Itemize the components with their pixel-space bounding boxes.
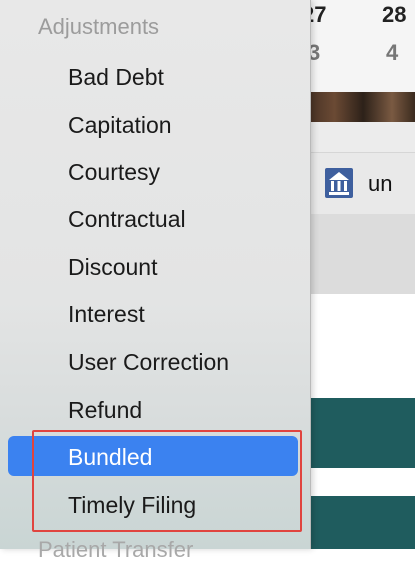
menu-item-label: Discount (68, 254, 158, 280)
background-app: 27 28 3 4 un (300, 0, 415, 549)
user-name-text: un (368, 171, 393, 196)
calendar-row: 27 28 3 4 (300, 0, 415, 92)
menu-item-capitation[interactable]: Capitation (8, 104, 298, 144)
menu-section-footer: Patient Transfer (38, 537, 194, 562)
annotation-highlight-box (32, 430, 302, 532)
menu-item-discount[interactable]: Discount (8, 246, 298, 286)
menu-item-label: Contractual (68, 206, 186, 232)
toolbar-band (300, 214, 415, 294)
menu-item-contractual[interactable]: Contractual (8, 198, 298, 238)
content-gap (300, 468, 415, 496)
calendar-number-4[interactable]: 4 (386, 40, 398, 66)
menu-item-refund[interactable]: Refund (8, 389, 298, 429)
menu-item-label: Bad Debt (68, 64, 164, 90)
menu-item-user-correction[interactable]: User Correction (8, 341, 298, 381)
teal-row[interactable] (300, 496, 415, 549)
content-area (300, 294, 415, 398)
building-icon (325, 168, 353, 198)
menu-item-interest[interactable]: Interest (8, 293, 298, 333)
menu-item-label: Refund (68, 397, 143, 423)
menu-item-label: Interest (68, 301, 145, 327)
adjustments-menu: Adjustments Bad Debt Capitation Courtesy… (0, 0, 311, 562)
header-photo (300, 92, 415, 122)
menu-item-courtesy[interactable]: Courtesy (8, 151, 298, 191)
menu-item-bad-debt[interactable]: Bad Debt (8, 56, 298, 96)
header-spacer (300, 122, 415, 152)
menu-section-header: Adjustments (38, 14, 160, 39)
menu-item-label: Courtesy (68, 159, 161, 185)
calendar-day-28[interactable]: 28 (382, 2, 406, 28)
menu-item-label: Capitation (68, 112, 172, 138)
user-bar[interactable]: un (300, 152, 415, 216)
teal-row[interactable] (300, 398, 415, 468)
menu-item-label: User Correction (68, 349, 230, 375)
